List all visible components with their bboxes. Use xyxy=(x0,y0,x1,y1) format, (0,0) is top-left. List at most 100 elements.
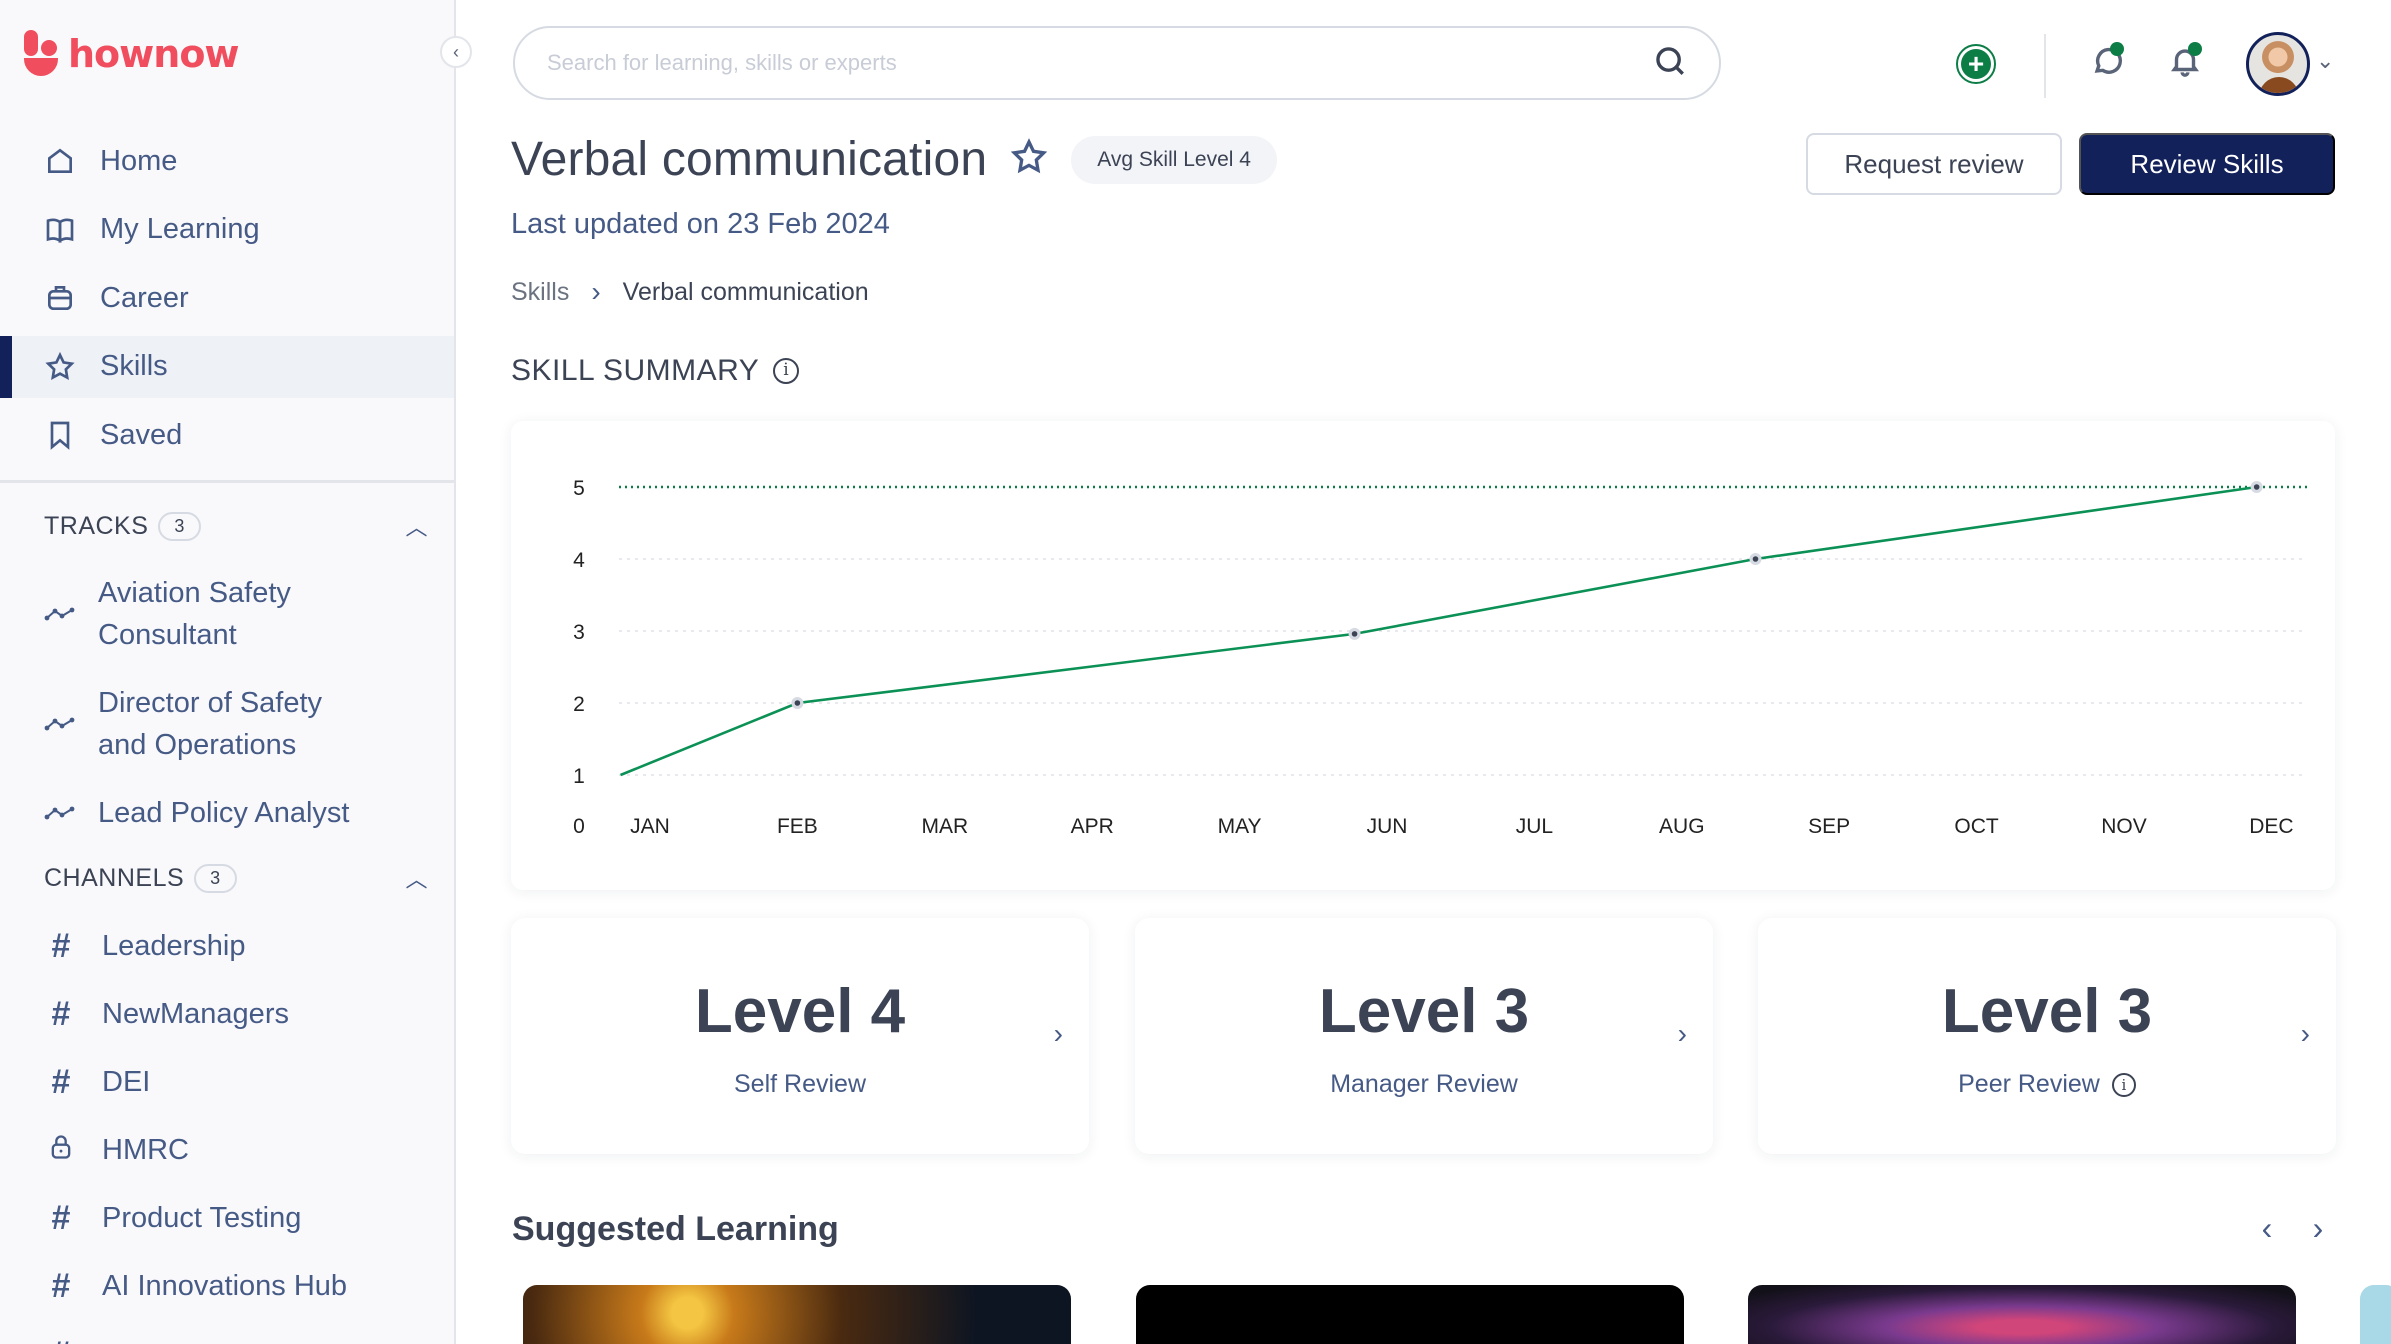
sidebar-item-saved[interactable]: Saved xyxy=(0,404,454,466)
hash-icon: # xyxy=(51,994,71,1033)
search-input[interactable] xyxy=(547,50,1653,76)
create-button[interactable]: + xyxy=(1956,44,1996,84)
channel-item[interactable]: # Product Testing xyxy=(44,1194,434,1242)
sidebar-item-label: Skills xyxy=(100,350,168,382)
sidebar-item-label: Career xyxy=(100,281,189,314)
search-icon[interactable] xyxy=(1653,44,1687,83)
channels-count-badge: 3 xyxy=(194,863,237,893)
info-icon[interactable]: i xyxy=(2111,1072,2136,1097)
collapse-sidebar-button[interactable]: ‹ xyxy=(440,36,472,68)
star-icon xyxy=(44,351,76,383)
level-label-text: Self Review xyxy=(734,1070,866,1098)
hash-icon: # xyxy=(51,1198,71,1237)
notifications-button[interactable] xyxy=(2168,42,2208,84)
level-value: Level 4 xyxy=(694,977,906,1046)
channels-section-header[interactable]: CHANNELS 3 ︿ xyxy=(44,862,428,894)
y-tick-label: 2 xyxy=(573,693,585,716)
lock-icon xyxy=(44,1131,78,1170)
data-point xyxy=(1351,631,1358,637)
plus-icon: + xyxy=(1961,49,1991,79)
track-item[interactable]: Aviation Safety Consultant xyxy=(44,572,434,656)
level-label: Peer Review i xyxy=(1758,1070,2336,1099)
x-tick-label: DEC xyxy=(2249,815,2293,838)
logo-mark-icon xyxy=(24,30,60,78)
track-item[interactable]: Lead Policy Analyst xyxy=(44,792,434,834)
hash-icon: # xyxy=(44,1335,78,1344)
x-tick-label: NOV xyxy=(2101,815,2147,838)
book-icon xyxy=(44,214,76,246)
breadcrumb-skills-link[interactable]: Skills xyxy=(511,278,569,307)
peer-review-card[interactable]: Level 3 Peer Review i › xyxy=(1758,918,2336,1154)
track-item[interactable]: Director of Safety and Operations xyxy=(44,682,434,766)
request-review-button[interactable]: Request review xyxy=(1806,133,2062,195)
briefcase-icon xyxy=(44,282,76,314)
sidebar-item-label: My Learning xyxy=(100,213,260,245)
data-point xyxy=(1752,556,1759,562)
x-tick-label: MAY xyxy=(1218,815,1262,838)
search-bar[interactable] xyxy=(513,26,1721,100)
logo[interactable]: hownow xyxy=(24,30,240,78)
app-root: hownow Home My Learning Career Skills Sa… xyxy=(0,0,2391,1344)
hash-icon: # xyxy=(51,1266,71,1305)
channel-item[interactable]: # DEI xyxy=(44,1058,434,1106)
level-label-text: Peer Review xyxy=(1958,1070,2100,1098)
carousel-prev-button[interactable]: ‹ xyxy=(2249,1210,2285,1247)
track-label-line1: Director of Safety xyxy=(98,687,323,719)
sidebar-item-skills[interactable]: Skills xyxy=(0,335,454,398)
chevron-up-icon[interactable]: ︿ xyxy=(405,862,428,894)
x-tick-label: AUG xyxy=(1659,815,1705,838)
learning-card-thumbnail[interactable] xyxy=(2360,1285,2391,1344)
x-tick-label: SEP xyxy=(1808,815,1850,838)
channels-heading: CHANNELS xyxy=(44,863,185,892)
y-tick-label: 0 xyxy=(573,815,585,838)
level-value: Level 3 xyxy=(1941,977,2153,1046)
track-icon xyxy=(44,607,75,621)
learning-card-thumbnail[interactable] xyxy=(523,1285,1071,1344)
channel-item[interactable]: # Leadership xyxy=(44,922,434,970)
sidebar-item-label: Home xyxy=(100,144,178,177)
x-tick-label: JUL xyxy=(1516,815,1553,838)
avg-skill-level-badge: Avg Skill Level 4 xyxy=(1071,135,1277,184)
channel-label: DEI xyxy=(102,1065,151,1098)
info-icon[interactable]: i xyxy=(773,358,800,384)
channel-item[interactable]: HMRC xyxy=(44,1126,434,1174)
self-review-card[interactable]: Level 4 Self Review › xyxy=(511,918,1089,1154)
carousel-next-button[interactable]: › xyxy=(2300,1210,2336,1247)
channel-item-partial[interactable]: # xyxy=(44,1330,434,1344)
chevron-right-icon[interactable]: › xyxy=(1678,1018,1687,1050)
tracks-heading: TRACKS xyxy=(44,511,149,540)
channel-label: AI Innovations Hub xyxy=(102,1269,348,1302)
level-label: Manager Review xyxy=(1135,1070,1713,1099)
avatar[interactable] xyxy=(2246,32,2310,96)
channel-label: Product Testing xyxy=(102,1201,302,1234)
sidebar-item-home[interactable]: Home xyxy=(0,130,454,192)
tracks-section-header[interactable]: TRACKS 3 ︿ xyxy=(44,510,428,542)
learning-card-thumbnail[interactable] xyxy=(1748,1285,2296,1344)
x-tick-label: JAN xyxy=(630,815,670,838)
y-tick-label: 4 xyxy=(573,549,585,572)
x-tick-label: MAR xyxy=(921,815,968,838)
sidebar-item-career[interactable]: Career xyxy=(0,267,454,329)
messages-button[interactable] xyxy=(2090,42,2130,84)
messages-unread-dot xyxy=(2110,42,2124,56)
chevron-down-icon[interactable]: ⌄ xyxy=(2316,48,2334,74)
chevron-right-icon[interactable]: › xyxy=(1054,1018,1063,1050)
level-label: Self Review xyxy=(511,1070,1089,1099)
skill-summary-title: SKILL SUMMARY xyxy=(511,354,760,387)
chevron-right-icon[interactable]: › xyxy=(2301,1018,2310,1050)
manager-review-card[interactable]: Level 3 Manager Review › xyxy=(1135,918,1713,1154)
channel-item[interactable]: # AI Innovations Hub xyxy=(44,1262,434,1310)
x-tick-label: OCT xyxy=(1954,815,1999,838)
chevron-right-icon: › xyxy=(591,276,601,307)
track-label-line1: Aviation Safety xyxy=(98,577,291,609)
learning-card-thumbnail[interactable] xyxy=(1136,1285,1684,1344)
last-updated-text: Last updated on 23 Feb 2024 xyxy=(511,208,890,240)
review-skills-button[interactable]: Review Skills xyxy=(2079,133,2335,195)
channel-item[interactable]: # NewManagers xyxy=(44,990,434,1038)
channel-label: Leadership xyxy=(102,929,246,962)
chevron-up-icon[interactable]: ︿ xyxy=(405,510,428,542)
skill-summary-heading: SKILL SUMMARY i xyxy=(511,354,800,388)
page-title: Verbal communication xyxy=(511,133,988,186)
favorite-star-icon[interactable] xyxy=(1009,137,1049,182)
sidebar-item-my-learning[interactable]: My Learning xyxy=(0,199,454,261)
